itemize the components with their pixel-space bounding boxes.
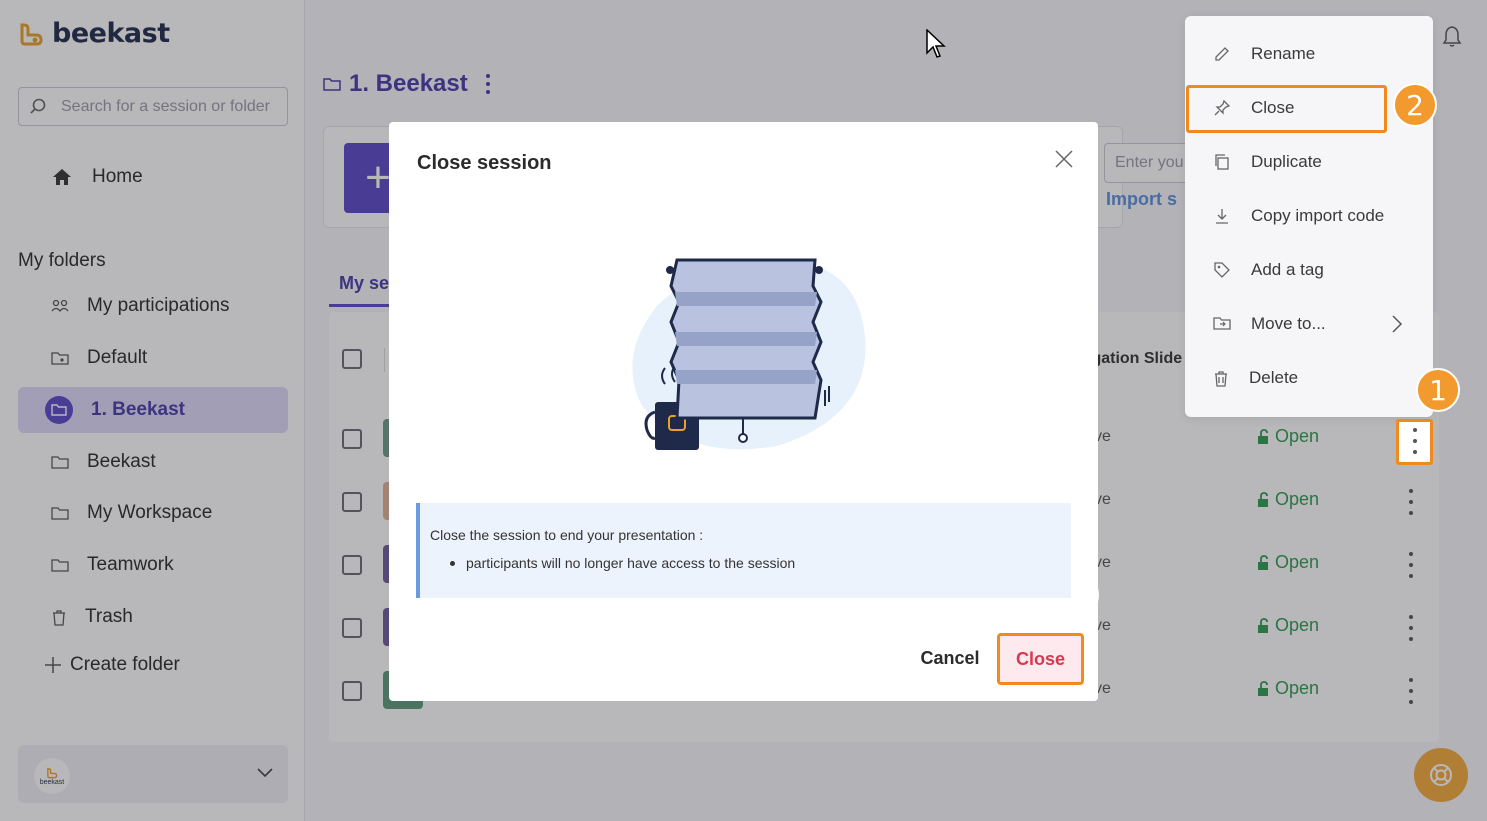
tag-icon bbox=[1214, 262, 1230, 278]
menu-item-label: Rename bbox=[1251, 44, 1316, 63]
folder-move-icon bbox=[1213, 317, 1231, 330]
chevron-right-icon bbox=[1392, 315, 1403, 333]
info-text: Close the session to end your presentati… bbox=[430, 527, 704, 543]
menu-item-duplicate[interactable]: Duplicate bbox=[1185, 139, 1433, 185]
menu-item-rename[interactable]: Rename bbox=[1185, 31, 1433, 77]
menu-item-copy-import-code[interactable]: Copy import code bbox=[1185, 193, 1433, 239]
dialog-title: Close session bbox=[417, 152, 552, 174]
bullet-dot bbox=[450, 561, 455, 566]
menu-item-move-to[interactable]: Move to... bbox=[1185, 301, 1433, 347]
download-icon bbox=[1216, 209, 1228, 224]
closed-blind-illustration bbox=[632, 258, 866, 450]
duplicate-icon bbox=[1215, 154, 1229, 170]
highlight-close-menu-item bbox=[1186, 85, 1387, 133]
highlight-row-menu-button[interactable] bbox=[1396, 419, 1433, 465]
close-session-button[interactable]: Close bbox=[997, 633, 1084, 685]
menu-item-label: Copy import code bbox=[1251, 206, 1385, 225]
step-badge-1: 1 bbox=[1416, 368, 1460, 412]
close-session-dialog: Close session Close the session to end y… bbox=[389, 122, 1098, 701]
menu-item-label: Add a tag bbox=[1251, 260, 1324, 279]
close-icon[interactable] bbox=[1054, 149, 1074, 169]
menu-item-label: Move to... bbox=[1251, 314, 1326, 333]
step-badge-2: 2 bbox=[1393, 83, 1437, 127]
cancel-button[interactable]: Cancel bbox=[910, 646, 990, 670]
menu-item-label: Delete bbox=[1249, 368, 1299, 387]
info-bullet: participants will no longer have access … bbox=[466, 555, 796, 571]
menu-item-delete[interactable]: Delete bbox=[1185, 355, 1433, 401]
menu-item-add-tag[interactable]: Add a tag bbox=[1185, 247, 1433, 293]
info-box: Close the session to end your presentati… bbox=[416, 503, 1071, 598]
pencil-icon bbox=[1215, 47, 1229, 61]
mouse-cursor-icon bbox=[926, 29, 946, 58]
context-menu: Rename Close Duplicate Copy import code … bbox=[1185, 16, 1433, 417]
menu-item-label: Duplicate bbox=[1251, 152, 1322, 171]
trash-icon bbox=[1215, 370, 1227, 387]
